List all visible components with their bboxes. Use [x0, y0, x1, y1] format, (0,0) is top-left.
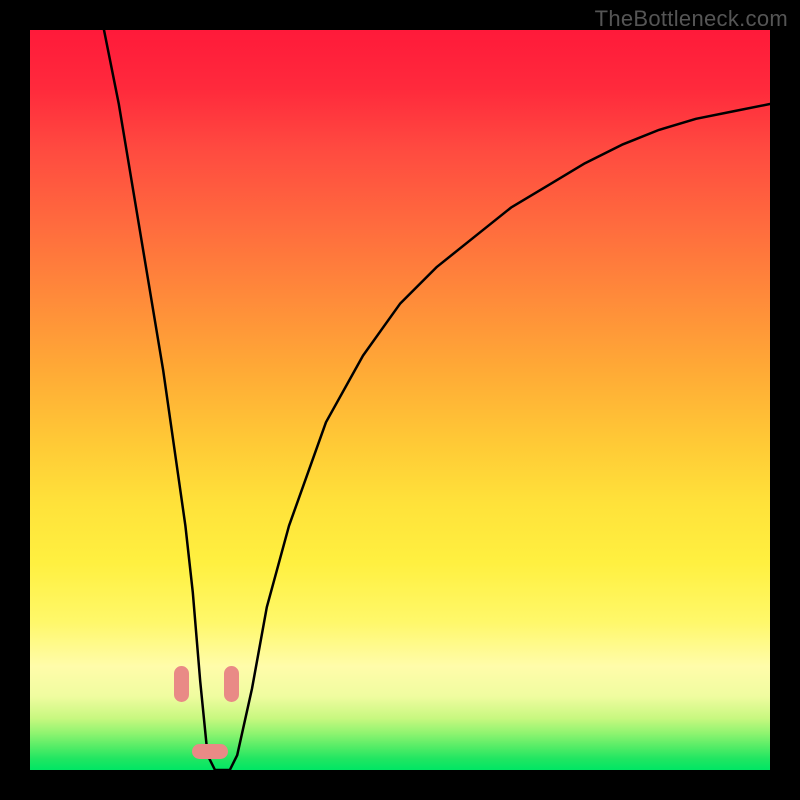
bottleneck-curve — [30, 30, 770, 770]
marker-left — [174, 666, 189, 702]
marker-right — [224, 666, 239, 702]
marker-bottom — [192, 744, 228, 759]
watermark-text: TheBottleneck.com — [595, 6, 788, 32]
plot-area — [30, 30, 770, 770]
